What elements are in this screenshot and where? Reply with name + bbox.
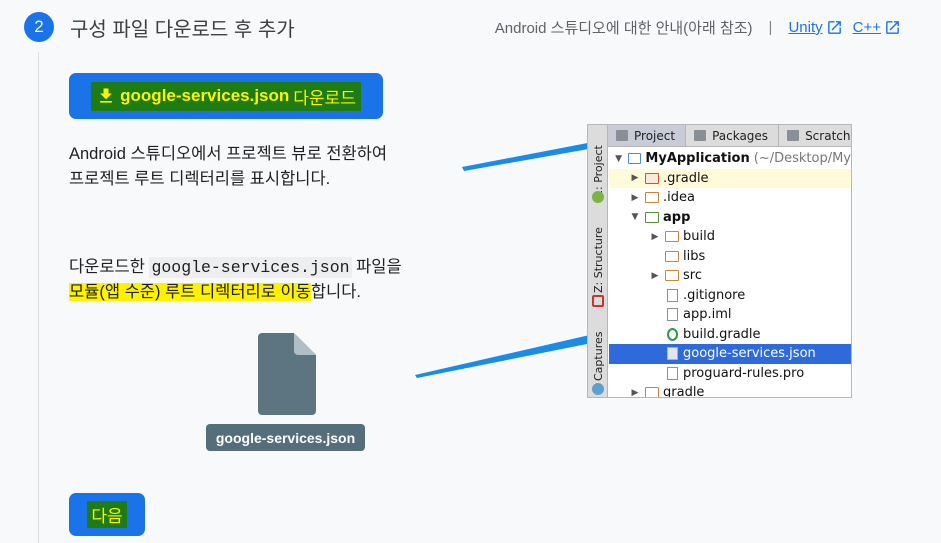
tree-row-gradle-dir[interactable]: ▶ .gradle: [609, 168, 851, 188]
help-links: Android 스튜디오에 대한 안내(아래 참조) | Unity C++: [495, 17, 901, 38]
file-icon: [667, 288, 678, 302]
instruction-line-2: 프로젝트 루트 디렉터리를 표시합니다.: [69, 170, 331, 188]
instruction-suffix: 파일을: [351, 258, 402, 276]
tree-item-label: app: [663, 209, 691, 225]
collapsed-arrow-icon: ▶: [651, 231, 659, 242]
expanded-arrow-icon: ▼: [615, 153, 623, 164]
instruction-move-file: 다운로드한 google-services.json 파일을 모듈(앱 수준) …: [69, 255, 449, 305]
highlighted-instruction: 모듈(앱 수준) 루트 디렉터리로 이동: [69, 283, 311, 301]
tree-item-label: gradle: [663, 385, 705, 398]
tree-row-build-gradle[interactable]: build.gradle: [609, 325, 851, 345]
folder-icon: [665, 270, 679, 282]
ide-tab-project[interactable]: Project: [608, 125, 687, 146]
tree-row-build[interactable]: ▶ build: [609, 227, 851, 247]
gradle-icon: [667, 327, 678, 341]
expanded-arrow-icon: ▼: [631, 212, 639, 223]
next-button-label: 다음: [87, 501, 127, 528]
tree-row-gradle[interactable]: ▶ gradle: [609, 383, 851, 398]
unity-link-label: Unity: [788, 19, 823, 36]
side-tab-captures: Captures: [592, 331, 605, 381]
download-button[interactable]: google-services.json 다운로드: [69, 73, 383, 119]
tree-item-label: src: [683, 268, 702, 284]
download-action: 다운로드: [293, 88, 356, 108]
tree-item-label: app.iml: [683, 307, 732, 323]
ide-tab-project-label: Project: [634, 128, 676, 143]
instruction-end: 합니다.: [310, 283, 361, 301]
unity-link[interactable]: Unity: [788, 19, 842, 36]
tree-row-app[interactable]: ▼ app: [609, 208, 851, 228]
download-icon: [100, 88, 112, 103]
help-text: Android 스튜디오에 대한 안내(아래 참조): [494, 20, 753, 37]
step-number-badge: 2: [24, 12, 54, 42]
file-icon: [667, 366, 678, 380]
cpp-link-label: C++: [852, 19, 881, 36]
next-button[interactable]: 다음: [69, 493, 145, 536]
collapsed-arrow-icon: ▶: [651, 270, 659, 281]
scratches-icon: [787, 130, 800, 141]
folder-icon: [645, 172, 659, 184]
tree-row-google-services-json[interactable]: google-services.json: [609, 344, 851, 364]
tree-row-libs[interactable]: libs: [609, 247, 851, 267]
side-tab-project: 1: Project: [592, 145, 605, 197]
inline-code-filename: google-services.json: [149, 257, 352, 278]
step-title: 구성 파일 다운로드 후 추가: [70, 19, 295, 41]
external-link-icon: [886, 21, 899, 34]
tree-row-src[interactable]: ▶ src: [609, 266, 851, 286]
module-folder-icon: [645, 211, 659, 223]
step-number: 2: [34, 17, 44, 36]
tree-item-label: proguard-rules.pro: [683, 365, 805, 381]
json-file-icon: [667, 347, 678, 361]
structure-icon: [592, 295, 604, 307]
folder-icon: [665, 231, 679, 243]
cpp-link[interactable]: C++: [853, 19, 901, 36]
collapsed-arrow-icon: ▶: [631, 173, 639, 184]
ide-tab-bar: Project Packages Scratches: [608, 125, 851, 147]
tree-item-label: .idea: [663, 190, 695, 206]
project-icon: [616, 130, 628, 141]
tree-item-label: google-services.json: [683, 346, 816, 362]
tree-item-label: build.gradle: [683, 326, 761, 342]
tree-row-gitignore[interactable]: .gitignore: [609, 286, 851, 306]
folder-icon: [645, 387, 659, 397]
ide-side-toolbar: 1: Project Z: Structure Captures: [588, 125, 608, 397]
module-folder-icon: [628, 153, 642, 165]
collapsed-arrow-icon: ▶: [631, 192, 639, 203]
tree-item-label: .gitignore: [683, 287, 746, 303]
ide-tab-scratches-label: Scratches: [805, 128, 851, 143]
project-name: MyApplication: [645, 151, 750, 167]
tree-item-label: .gradle: [663, 170, 709, 186]
step-connector-line: [38, 52, 39, 543]
ide-tab-packages[interactable]: Packages: [686, 125, 780, 146]
help-separator: |: [768, 19, 773, 36]
instruction-line-1: Android 스튜디오에서 프로젝트 뷰로 전환하여: [69, 145, 388, 163]
side-tab-structure: Z: Structure: [592, 227, 605, 293]
folder-icon: [665, 250, 679, 262]
instruction-prefix: 다운로드한: [69, 258, 150, 276]
folder-icon: [645, 192, 659, 204]
tree-row-root[interactable]: ▼ MyApplication (~/Desktop/My: [609, 149, 851, 169]
download-button-content: google-services.json 다운로드: [91, 81, 361, 111]
project-path: (~/Desktop/My: [753, 151, 851, 167]
packages-icon: [694, 130, 707, 141]
collapsed-arrow-icon: ▶: [631, 387, 639, 398]
tree-item-label: build: [683, 229, 715, 245]
file-icon: [258, 333, 316, 415]
tree-row-proguard[interactable]: proguard-rules.pro: [609, 364, 851, 384]
ide-tab-scratches[interactable]: Scratches: [779, 125, 851, 146]
file-label: google-services.json: [206, 424, 365, 451]
external-link-icon: [827, 21, 841, 34]
project-tree: ▼ MyApplication (~/Desktop/My ▶ .gradle …: [609, 147, 851, 397]
tree-row-app-iml[interactable]: app.iml: [609, 305, 851, 325]
ide-tab-packages-label: Packages: [712, 128, 769, 143]
instruction-switch-view: Android 스튜디오에서 프로젝트 뷰로 전환하여 프로젝트 루트 디렉터리…: [69, 142, 449, 192]
download-filename: google-services.json: [120, 86, 290, 105]
tree-item-label: libs: [683, 248, 706, 264]
tree-row-idea[interactable]: ▶ .idea: [609, 188, 851, 208]
android-studio-screenshot: 1: Project Z: Structure Captures Project…: [587, 124, 852, 398]
android-icon: [592, 191, 604, 203]
file-icon: [667, 308, 678, 322]
captures-icon: [592, 383, 604, 395]
